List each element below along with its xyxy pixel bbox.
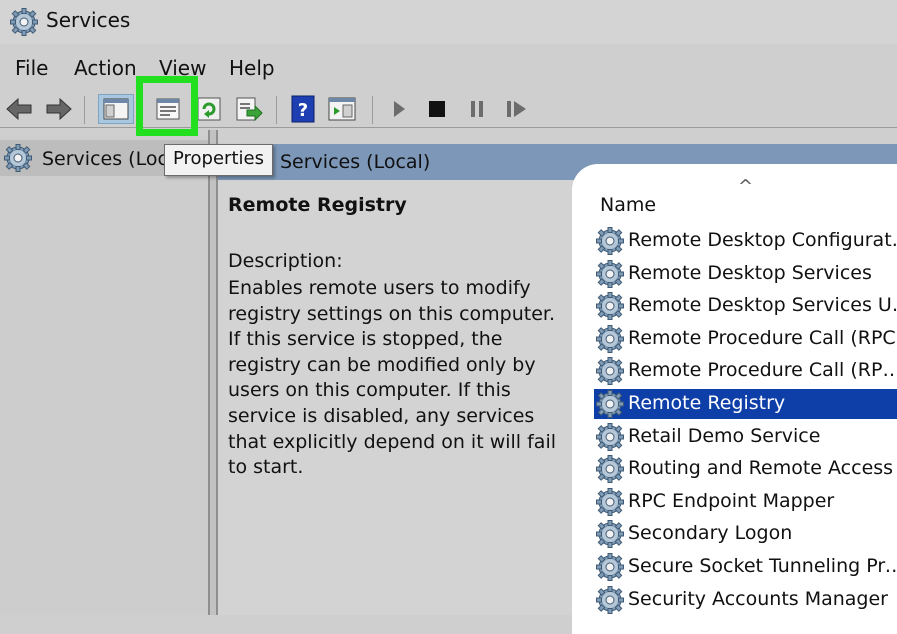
description-pane: Remote Registry Description: Enables rem… xyxy=(218,180,578,615)
export-list-icon xyxy=(236,97,263,122)
sort-ascending-icon: ^ xyxy=(738,176,754,197)
tree-item-label: Services (Loca xyxy=(42,148,180,170)
pause-icon xyxy=(471,101,483,117)
selected-service-name: Remote Registry xyxy=(228,194,407,216)
stop-icon xyxy=(429,101,445,117)
toolbar: ? xyxy=(0,88,897,128)
service-gear-icon xyxy=(596,292,624,321)
help-icon: ? xyxy=(291,95,315,123)
refresh-button[interactable] xyxy=(194,94,224,124)
help-button[interactable]: ? xyxy=(288,94,318,124)
services-gear-icon xyxy=(4,144,32,172)
title-bar: Services xyxy=(0,0,897,44)
forward-button[interactable] xyxy=(44,94,74,124)
refresh-icon xyxy=(197,97,221,121)
service-row[interactable]: Secure Socket Tunneling Pro... xyxy=(594,552,897,582)
service-row[interactable]: Security Accounts Manager xyxy=(594,585,897,615)
service-row-name: Routing and Remote Access xyxy=(628,457,894,480)
service-gear-icon xyxy=(596,357,624,386)
play-icon xyxy=(394,101,405,117)
description-text: Enables remote users to modify registry … xyxy=(228,277,557,479)
service-row-name: Remote Registry xyxy=(628,392,786,414)
menu-bar: File Action View Help xyxy=(0,50,897,84)
export-list-button[interactable] xyxy=(234,94,264,124)
service-row[interactable]: Routing and Remote Access xyxy=(594,454,897,484)
service-row-name: Security Accounts Manager xyxy=(628,587,888,610)
service-row-name: Remote Desktop Configurati... xyxy=(628,229,897,251)
service-gear-icon xyxy=(596,455,624,484)
forward-arrow-icon xyxy=(46,97,72,121)
restart-icon xyxy=(507,101,526,117)
service-gear-icon xyxy=(596,324,624,353)
pane-divider[interactable] xyxy=(208,130,218,615)
service-row-name: Remote Desktop Services Us... xyxy=(628,294,897,317)
properties-tooltip: Properties xyxy=(164,144,273,176)
service-row-name: Remote Desktop Services xyxy=(628,261,872,284)
service-row[interactable]: Remote Desktop Configurati... xyxy=(594,226,897,256)
services-gear-icon xyxy=(10,8,38,36)
services-header-title: Services (Local) xyxy=(280,151,431,173)
toolbar-separator xyxy=(276,96,277,124)
menu-file[interactable]: File xyxy=(15,56,48,80)
service-gear-icon xyxy=(596,585,624,614)
service-gear-icon xyxy=(596,487,624,516)
service-row[interactable]: Remote Desktop Services Us... xyxy=(594,291,897,321)
service-row-name: Secondary Logon xyxy=(628,522,793,545)
console-tree-pane: Services (Loca xyxy=(0,136,208,615)
service-row-name: RPC Endpoint Mapper xyxy=(628,489,835,512)
service-row[interactable]: RPC Endpoint Mapper xyxy=(594,487,897,517)
start-service-button[interactable] xyxy=(384,94,414,124)
show-action-pane-button[interactable] xyxy=(327,94,357,124)
toolbar-separator xyxy=(372,96,373,124)
service-row-name: Secure Socket Tunneling Pro... xyxy=(628,555,897,577)
services-list-panel: ^ Name Remote Desktop Configurati... Remo… xyxy=(572,164,897,634)
restart-service-button[interactable] xyxy=(502,94,532,124)
menu-action[interactable]: Action xyxy=(74,56,137,80)
service-gear-icon xyxy=(596,520,624,549)
service-row[interactable]: Remote Registry xyxy=(594,389,897,419)
service-row-name: Remote Procedure Call (RPC) xyxy=(628,326,897,349)
toolbar-separator xyxy=(84,96,85,124)
stop-service-button[interactable] xyxy=(422,94,452,124)
highlight-box xyxy=(136,76,198,136)
service-row[interactable]: Remote Procedure Call (RPC)... xyxy=(594,356,897,386)
show-hide-console-tree-icon xyxy=(103,98,129,120)
show-hide-tree-button[interactable] xyxy=(98,94,134,124)
service-gear-icon xyxy=(596,553,624,581)
description-label: Description: xyxy=(228,250,343,272)
svg-text:?: ? xyxy=(298,100,308,121)
service-gear-icon xyxy=(596,390,624,418)
service-row-name: Retail Demo Service xyxy=(628,424,821,447)
service-gear-icon xyxy=(596,259,624,288)
service-row[interactable]: Secondary Logon xyxy=(594,519,897,549)
column-header-name[interactable]: Name xyxy=(600,194,656,216)
back-arrow-icon xyxy=(6,97,32,121)
service-row[interactable]: Retail Demo Service xyxy=(594,422,897,452)
service-gear-icon xyxy=(596,227,624,255)
service-row-name: Remote Procedure Call (RPC)... xyxy=(628,359,897,382)
back-button[interactable] xyxy=(4,94,34,124)
service-gear-icon xyxy=(596,422,624,451)
service-row[interactable]: Remote Desktop Services xyxy=(594,259,897,289)
service-row[interactable]: Remote Procedure Call (RPC) xyxy=(594,324,897,354)
menu-help[interactable]: Help xyxy=(229,56,275,80)
pause-service-button[interactable] xyxy=(462,94,492,124)
window-title: Services xyxy=(46,8,131,32)
show-action-pane-icon xyxy=(328,97,356,121)
